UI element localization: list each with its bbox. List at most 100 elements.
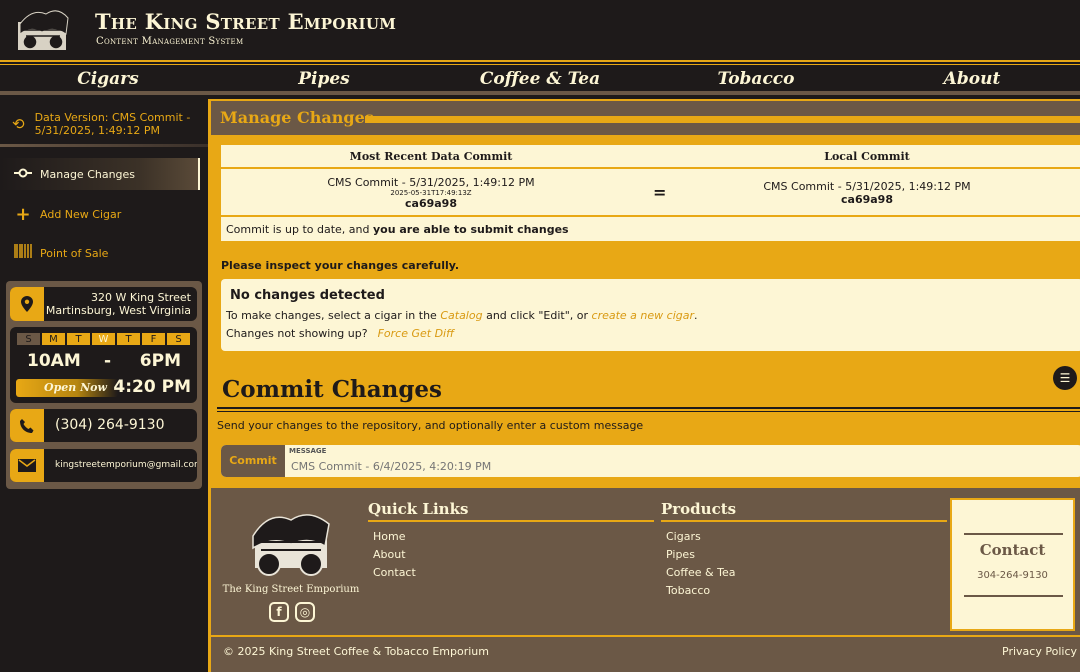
footer-link-coffee-tea[interactable]: Coffee & Tea <box>666 564 947 582</box>
commit-table-body: CMS Commit - 5/31/2025, 1:49:12 PM 2025-… <box>221 171 1080 217</box>
filter-list-icon[interactable]: ☰ <box>1053 366 1077 390</box>
footer-link-about[interactable]: About <box>373 546 654 564</box>
barcode-icon <box>14 244 32 262</box>
sidebar-item-add-new-cigar[interactable]: + Add New Cigar <box>0 198 200 230</box>
commit-button[interactable]: Commit <box>221 445 285 477</box>
day-friday: F <box>141 332 166 346</box>
commit-message-input[interactable] <box>291 457 1071 475</box>
copyright: © 2025 King Street Coffee & Tobacco Empo… <box>223 645 489 658</box>
recent-commit-header: Most Recent Data Commit <box>349 150 513 163</box>
day-saturday: S <box>166 332 191 346</box>
commit-title-rule <box>217 407 1080 409</box>
weekday-row: S M T W T F S <box>16 332 191 346</box>
footer-logo-icon <box>252 514 330 576</box>
site-header: The King Street Emporium Content Managem… <box>0 0 1080 62</box>
commit-status-bold: you are able to submit changes <box>372 223 569 236</box>
section-header: Manage Changes <box>211 99 1080 135</box>
facebook-icon[interactable]: f <box>269 602 289 622</box>
address-card[interactable]: 320 W King Street Martinsburg, West Virg… <box>10 287 197 321</box>
footer-link-contact[interactable]: Contact <box>373 564 654 582</box>
commit-form: Commit MESSAGE <box>221 445 1080 477</box>
day-wednesday: W <box>91 332 116 346</box>
recent-commit-timestamp: 2025-05-31T17:49:13Z <box>390 189 472 197</box>
create-cigar-link[interactable]: create a new cigar <box>592 309 694 322</box>
data-version[interactable]: ⟲ Data Version: CMS Commit - 5/31/2025, … <box>12 111 202 137</box>
commit-status-prefix: Commit is up to date, and <box>226 223 373 236</box>
commit-title-rule-thin <box>217 411 1080 412</box>
commit-status-panel: Most Recent Data Commit Local Commit CMS… <box>221 145 1080 241</box>
instructions-part: To make changes, select a cigar in the <box>226 309 441 322</box>
data-version-label: Data Version: CMS Commit - 5/31/2025, 1:… <box>34 111 191 137</box>
message-label: MESSAGE <box>289 447 327 455</box>
commit-icon <box>14 166 32 182</box>
footer-link-home[interactable]: Home <box>373 528 654 546</box>
hours-card: S M T W T F S 10AM - 6PM Open Now 4:20 P… <box>10 327 197 403</box>
sidebar: ⟲ Data Version: CMS Commit - 5/31/2025, … <box>0 99 208 672</box>
main-content: Manage Changes Most Recent Data Commit L… <box>208 99 1080 672</box>
main-nav: Cigars Pipes Coffee & Tea Tobacco About <box>0 64 1080 95</box>
catalog-link[interactable]: Catalog <box>440 309 482 322</box>
sidebar-item-manage-changes[interactable]: Manage Changes <box>0 158 200 190</box>
privacy-policy-link[interactable]: Privacy Policy <box>1002 645 1077 658</box>
products-links: Products Cigars Pipes Coffee & Tea Tobac… <box>661 500 947 600</box>
phone-card[interactable]: (304) 264-9130 <box>10 409 197 442</box>
location-pin-icon <box>10 287 44 321</box>
nav-coffee-tea[interactable]: Coffee & Tea <box>432 65 648 91</box>
local-commit-hash: ca69a98 <box>841 193 893 206</box>
email-card[interactable]: kingstreetemporium@gmail.com <box>10 449 197 482</box>
instagram-icon[interactable]: ◎ <box>295 602 315 622</box>
instructions-text: To make changes, select a cigar in the C… <box>226 309 698 322</box>
phone-number: (304) 264-9130 <box>55 417 165 433</box>
recent-commit-name: CMS Commit - 5/31/2025, 1:49:12 PM <box>327 176 535 189</box>
address-text: 320 W King Street Martinsburg, West Virg… <box>46 291 191 317</box>
social-links: f ◎ <box>269 602 315 622</box>
contact-phone[interactable]: 304-264-9130 <box>952 570 1073 581</box>
footer-link-cigars[interactable]: Cigars <box>666 528 947 546</box>
force-get-diff-link[interactable]: Force Get Diff <box>378 327 454 340</box>
day-sunday: S <box>16 332 41 346</box>
commit-changes-title: Commit Changes <box>222 376 443 403</box>
force-diff-row: Changes not showing up? Force Get Diff <box>226 327 454 340</box>
closing-time: 6PM <box>139 351 181 371</box>
footer-link-pipes[interactable]: Pipes <box>666 546 947 564</box>
current-time: 4:20 PM <box>113 377 191 397</box>
nav-about[interactable]: About <box>864 65 1080 91</box>
footer-divider <box>211 635 1080 637</box>
commit-status-text: Commit is up to date, and you are able t… <box>226 223 569 236</box>
recent-commit-cell: CMS Commit - 5/31/2025, 1:49:12 PM 2025-… <box>221 176 641 210</box>
store-info-panel: 320 W King Street Martinsburg, West Virg… <box>6 281 202 489</box>
instructions-part: and click "Edit", or <box>482 309 592 322</box>
open-status-badge: Open Now <box>16 379 118 397</box>
nav-cigars[interactable]: Cigars <box>0 65 216 91</box>
inspect-note: Please inspect your changes carefully. <box>221 259 460 272</box>
site-title: The King Street Emporium <box>95 9 397 34</box>
no-changes-title: No changes detected <box>230 288 385 303</box>
instructions-part: . <box>694 309 698 322</box>
day-tuesday: T <box>66 332 91 346</box>
logo-icon[interactable] <box>14 4 72 56</box>
quick-links: Quick Links Home About Contact <box>368 500 654 582</box>
nav-tobacco[interactable]: Tobacco <box>648 65 864 91</box>
not-showing-text: Changes not showing up? <box>226 327 368 340</box>
phone-icon <box>10 409 44 442</box>
address-line1: 320 W King Street <box>90 291 191 304</box>
plus-icon: + <box>15 203 31 225</box>
products-title: Products <box>661 500 947 522</box>
site-subtitle: Content Management System <box>96 36 244 47</box>
local-commit-name: CMS Commit - 5/31/2025, 1:49:12 PM <box>763 180 971 193</box>
commit-description: Send your changes to the repository, and… <box>217 419 644 432</box>
footer-link-tobacco[interactable]: Tobacco <box>666 582 947 600</box>
section-title-rule <box>365 116 1080 123</box>
sidebar-item-point-of-sale[interactable]: Point of Sale <box>0 237 200 269</box>
hours-separator: - <box>104 351 112 371</box>
commit-table-header: Most Recent Data Commit Local Commit <box>221 145 1080 169</box>
day-monday: M <box>41 332 66 346</box>
quick-links-title: Quick Links <box>368 500 654 522</box>
footer-brand: The King Street Emporium <box>222 584 360 595</box>
local-commit-cell: CMS Commit - 5/31/2025, 1:49:12 PM ca69a… <box>651 180 1080 206</box>
address-line2: Martinsburg, West Virginia <box>45 304 191 317</box>
sidebar-item-label: Add New Cigar <box>40 207 122 221</box>
contact-box: Contact 304-264-9130 <box>950 498 1075 631</box>
nav-pipes[interactable]: Pipes <box>216 65 432 91</box>
sidebar-divider <box>0 144 208 147</box>
